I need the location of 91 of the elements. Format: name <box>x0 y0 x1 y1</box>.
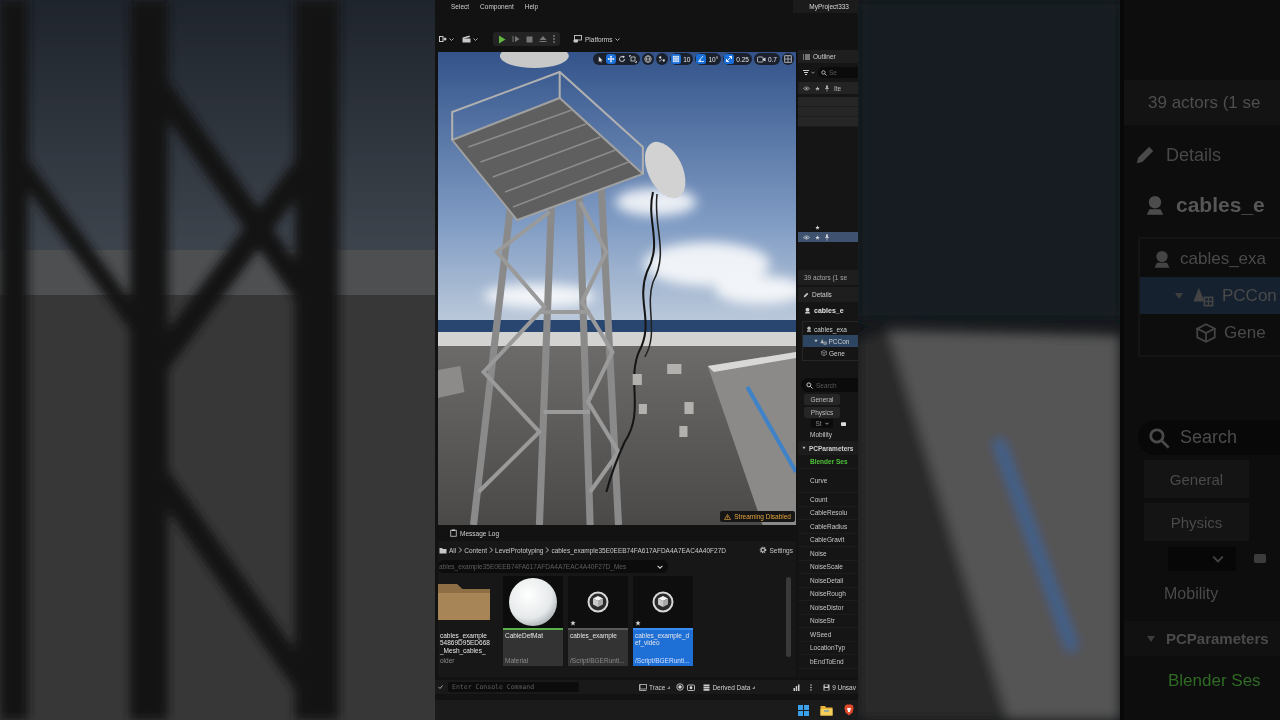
star-icon <box>635 620 641 626</box>
save-icon <box>823 683 831 691</box>
cube-icon <box>587 591 609 613</box>
roof-vent <box>679 426 688 437</box>
folder-icon <box>439 546 447 554</box>
search-icon <box>1148 426 1170 449</box>
camera-icon <box>756 55 766 63</box>
filter-button[interactable] <box>803 70 815 75</box>
pin-icon <box>825 233 829 241</box>
component-name: cables_exa <box>1180 248 1266 269</box>
shapes-icon <box>439 35 447 43</box>
outliner-row[interactable] <box>798 232 858 242</box>
pencil-icon <box>1134 144 1156 166</box>
corner-icon <box>667 685 671 689</box>
property-name: Blender Ses <box>1168 671 1261 691</box>
folder-icon <box>438 584 490 620</box>
pawn-icon <box>804 306 811 314</box>
kebab-menu-icon[interactable] <box>810 683 813 691</box>
caret-icon <box>811 71 815 74</box>
bar-chart-icon[interactable] <box>793 683 801 691</box>
caret-icon <box>824 422 829 425</box>
component-icon <box>819 337 827 345</box>
pawn-icon <box>806 326 812 332</box>
start-tiles-icon[interactable] <box>798 704 809 716</box>
eject-button[interactable] <box>539 35 547 43</box>
roof-vent <box>684 402 694 414</box>
star-icon <box>815 225 820 230</box>
pawn-icon <box>1144 194 1166 216</box>
section-title: PCParameters <box>1166 630 1269 647</box>
roof-vent <box>667 364 682 374</box>
settings-icon <box>758 546 767 554</box>
expand-arrow-icon[interactable] <box>802 446 806 450</box>
chevron-icon <box>545 547 550 553</box>
pawn-icon <box>1152 248 1172 269</box>
trace-icon <box>639 683 647 691</box>
caret-icon <box>1212 554 1224 563</box>
chevron-icon <box>489 547 493 553</box>
property-name: Mobility <box>1164 584 1219 603</box>
list-icon <box>803 53 810 60</box>
step-forward-icon <box>512 35 520 43</box>
stop-icon <box>526 35 533 43</box>
move-arrows-icon <box>607 55 616 63</box>
curve-dots-icon <box>658 55 667 63</box>
actor-name: cables_e <box>1176 193 1265 217</box>
box-icon <box>821 350 827 356</box>
box-icon <box>1196 322 1216 343</box>
window-panes-icon <box>784 55 792 63</box>
clipboard-icon <box>450 529 457 537</box>
caret-icon <box>449 37 454 41</box>
pin-icon <box>825 84 829 92</box>
play-button[interactable] <box>498 34 506 44</box>
caret-icon <box>615 37 621 41</box>
record-icon[interactable] <box>676 683 685 691</box>
rotate-tool-button[interactable] <box>617 54 628 64</box>
eye-icon <box>803 234 810 240</box>
globe-icon <box>644 55 653 63</box>
search-icon <box>821 69 827 76</box>
eye-icon <box>803 85 810 91</box>
filter-icon <box>803 70 809 75</box>
star-icon <box>815 85 820 91</box>
pointer-icon <box>596 55 604 63</box>
search-icon <box>806 381 813 389</box>
caret-icon <box>657 564 663 569</box>
corner-icon <box>752 685 756 689</box>
scale-icon <box>629 55 638 63</box>
screenshot-icon[interactable] <box>687 683 696 691</box>
scrollbar[interactable] <box>786 577 791 657</box>
cube-icon <box>652 591 674 613</box>
star-icon <box>815 234 820 240</box>
check-icon[interactable] <box>438 685 443 689</box>
eject-icon <box>539 35 547 43</box>
caret-icon <box>473 37 478 41</box>
component-name: Gene <box>1224 322 1266 343</box>
clapperboard-icon <box>462 35 471 43</box>
stop-button[interactable] <box>526 35 533 43</box>
roof-vent <box>638 404 647 414</box>
chevron-icon <box>458 547 463 553</box>
rotate-icon <box>618 55 627 63</box>
roof-vent <box>632 374 642 385</box>
translate-tool-button[interactable] <box>606 54 617 64</box>
scale-tool-button[interactable] <box>628 54 639 64</box>
pencil-icon <box>803 291 809 298</box>
monitor-gamepad-icon <box>573 35 582 43</box>
shield-icon[interactable] <box>844 704 854 716</box>
folder-icon[interactable] <box>820 704 833 716</box>
database-icon <box>703 683 711 691</box>
warning-icon <box>724 513 732 520</box>
play-icon <box>498 34 506 44</box>
advance-frame-button[interactable] <box>512 35 520 43</box>
star-icon <box>570 620 576 626</box>
actor-count: 39 actors (1 se <box>1124 80 1280 125</box>
